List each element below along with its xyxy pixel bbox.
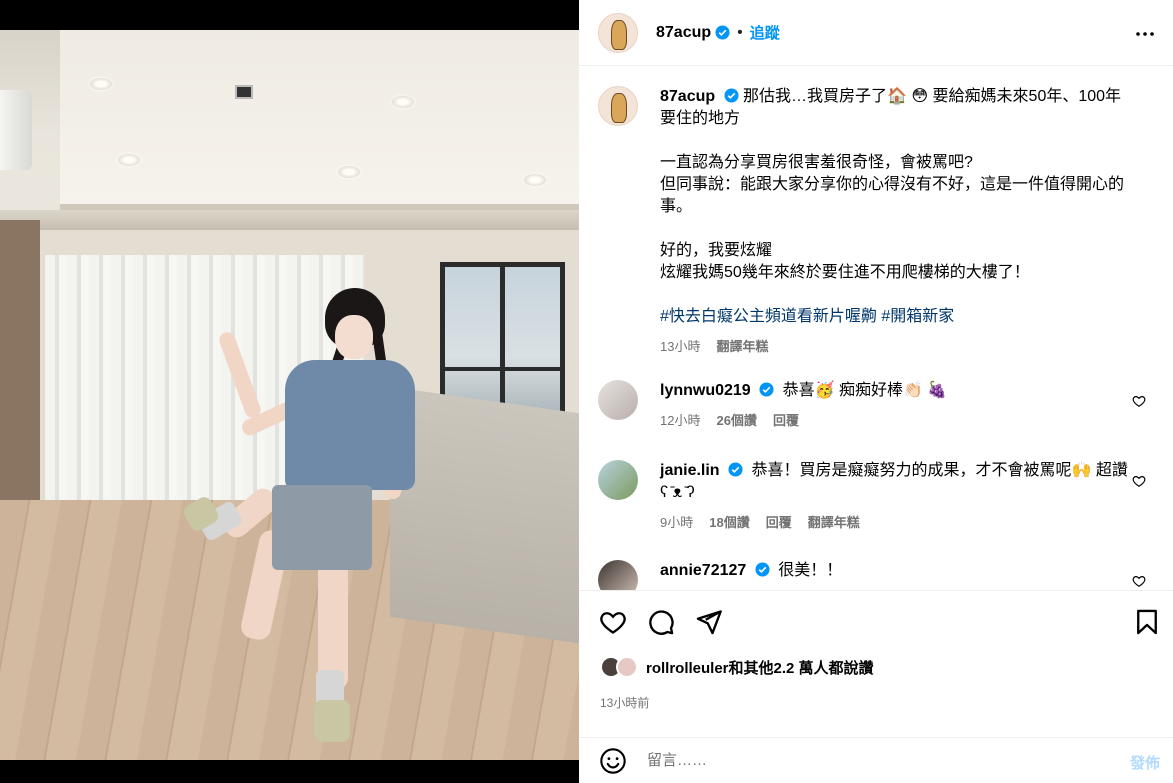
commenter-avatar[interactable] bbox=[598, 460, 638, 500]
likes-text[interactable]: rollrolleuler和其他2.2 萬人都說讚 bbox=[646, 657, 874, 678]
comments-list[interactable]: 87acup 那估我…我買房子了🏠 😳 要給痴媽未來50年、100年要住的地方 … bbox=[579, 66, 1173, 590]
caption-body: 87acup 那估我…我買房子了🏠 😳 要給痴媽未來50年、100年要住的地方 … bbox=[660, 86, 1130, 358]
comment-body: lynnwu0219 恭喜🥳 痴痴好棒👏🏻 🍇 12小時 26個讚 回覆 bbox=[660, 380, 1130, 432]
more-options-icon[interactable] bbox=[1133, 22, 1157, 46]
translate-link[interactable]: 翻譯年糕 bbox=[716, 336, 768, 358]
comment-likes[interactable]: 26個讚 bbox=[716, 410, 756, 432]
comment-time: 12小時 bbox=[660, 413, 701, 428]
share-icon[interactable] bbox=[695, 608, 723, 636]
comment-heart-icon[interactable] bbox=[1132, 574, 1146, 588]
commenter-avatar[interactable] bbox=[598, 380, 638, 420]
comment-item: janie.lin 恭喜！買房是癡癡努力的成果，才不會被罵呢🙌 超讚ʕ ̄ᴥ ̄… bbox=[598, 460, 1158, 534]
comment-time: 9小時 bbox=[660, 515, 694, 530]
translate-link[interactable]: 翻譯年糕 bbox=[808, 512, 860, 534]
verified-badge-icon bbox=[715, 25, 730, 40]
commenter-avatar[interactable] bbox=[598, 560, 638, 590]
author-avatar[interactable] bbox=[598, 86, 638, 126]
post-media[interactable] bbox=[0, 0, 579, 783]
comment-composer: 發佈 bbox=[579, 737, 1173, 783]
caption: 87acup 那估我…我買房子了🏠 😳 要給痴媽未來50年、100年要住的地方 … bbox=[598, 86, 1158, 358]
verified-badge-icon bbox=[724, 88, 739, 103]
comment-heart-icon[interactable] bbox=[1132, 394, 1146, 408]
verified-badge-icon bbox=[759, 382, 774, 397]
comment-body: janie.lin 恭喜！買房是癡癡努力的成果，才不會被罵呢🙌 超讚ʕ ̄ᴥ ̄… bbox=[660, 460, 1130, 534]
likes-summary[interactable]: rollrolleuler和其他2.2 萬人都說讚 bbox=[600, 656, 874, 678]
action-bar bbox=[579, 590, 1173, 650]
comment-text: 很美！！ bbox=[778, 562, 843, 579]
caption-time: 13小時 bbox=[660, 339, 701, 354]
comment-meta: 12小時 26個讚 回覆 bbox=[660, 410, 1130, 432]
verified-badge-icon bbox=[728, 462, 743, 477]
comment-item: annie72127 很美！！ bbox=[598, 560, 1158, 590]
comment-username[interactable]: annie72127 bbox=[660, 562, 746, 579]
comment-username[interactable]: lynnwu0219 bbox=[660, 382, 751, 399]
post-side-panel: 87acup • 追蹤 87acup 那估我…我買房子了🏠 😳 要給痴媽未來50 bbox=[579, 0, 1173, 783]
caption-meta: 13小時 翻譯年糕 bbox=[660, 336, 1130, 358]
comment-meta: 9小時 18個讚 回覆 翻譯年糕 bbox=[660, 512, 1130, 534]
emoji-icon[interactable] bbox=[599, 747, 627, 775]
comment-icon[interactable] bbox=[647, 608, 675, 636]
comment-item: lynnwu0219 恭喜🥳 痴痴好棒👏🏻 🍇 12小時 26個讚 回覆 bbox=[598, 380, 1158, 432]
author-avatar[interactable] bbox=[598, 12, 638, 53]
person bbox=[0, 30, 579, 760]
caption-text-para3: 好的，我要炫耀 炫耀我媽50幾年來終於要住進不用爬樓梯的大樓了！ bbox=[660, 242, 1030, 281]
comment-body: annie72127 很美！！ bbox=[660, 560, 1130, 590]
comment-text: 恭喜🥳 痴痴好棒👏🏻 🍇 bbox=[782, 382, 948, 399]
comment-heart-icon[interactable] bbox=[1132, 474, 1146, 488]
follow-button[interactable]: 追蹤 bbox=[750, 22, 780, 43]
post-photo bbox=[0, 30, 579, 760]
bookmark-icon[interactable] bbox=[1133, 608, 1161, 636]
reply-button[interactable]: 回覆 bbox=[766, 512, 792, 534]
verified-badge-icon bbox=[755, 562, 770, 577]
caption-username[interactable]: 87acup bbox=[660, 88, 715, 105]
heart-icon[interactable] bbox=[599, 608, 627, 636]
comment-likes[interactable]: 18個讚 bbox=[709, 512, 749, 534]
post-comment-button[interactable]: 發佈 bbox=[1130, 752, 1160, 773]
author-username[interactable]: 87acup bbox=[656, 24, 711, 42]
liker-avatar bbox=[616, 656, 638, 678]
post-timestamp: 13小時前 bbox=[600, 696, 650, 710]
caption-text-para2: 一直認為分享買房很害羞很奇怪，會被罵吧? 但同事說：能跟大家分享你的心得沒有不好… bbox=[660, 154, 1125, 215]
caption-hashtags[interactable]: #快去白癡公主頻道看新片喔齁 #開箱新家 bbox=[660, 306, 1130, 328]
comment-input[interactable] bbox=[647, 752, 1087, 769]
post-header: 87acup • 追蹤 bbox=[579, 0, 1173, 66]
comment-username[interactable]: janie.lin bbox=[660, 462, 720, 479]
separator-dot: • bbox=[737, 23, 743, 41]
reply-button[interactable]: 回覆 bbox=[773, 410, 799, 432]
